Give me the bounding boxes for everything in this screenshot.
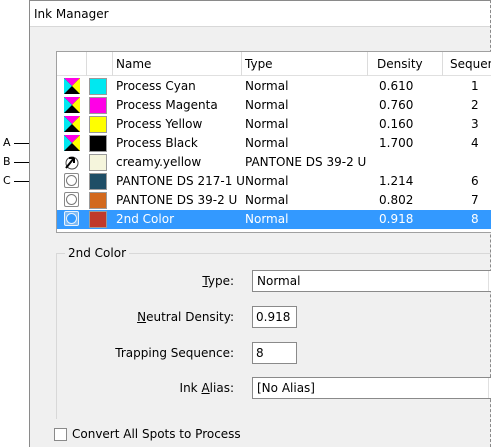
window-title: Ink Manager xyxy=(34,7,109,21)
ink-swatch xyxy=(89,135,107,152)
column-name[interactable]: Name xyxy=(116,57,151,71)
ink-density: 0.610 xyxy=(379,79,414,93)
ink-sequence: 3 xyxy=(471,117,479,131)
ink-row[interactable]: Process Magenta Normal 0.760 2 xyxy=(57,96,491,115)
spot-circle xyxy=(66,213,77,224)
list-header: Name Type Density Sequence xyxy=(57,52,491,76)
ink-swatch xyxy=(89,173,107,190)
ink-name: Process Black xyxy=(116,136,198,150)
type-dropdown[interactable]: Normal ▼ xyxy=(252,270,491,292)
neutral-density-field[interactable]: 0.918 xyxy=(252,306,297,328)
trapping-sequence-field[interactable]: 8 xyxy=(252,342,297,364)
ink-density: 1.700 xyxy=(379,136,414,150)
ink-name: PANTONE DS 217-1 U xyxy=(116,174,245,188)
ink-swatch xyxy=(89,78,107,95)
ink-name: 2nd Color xyxy=(116,212,175,226)
header-divider xyxy=(241,52,242,76)
spot-ink-icon[interactable] xyxy=(64,173,79,188)
ink-swatch xyxy=(89,116,107,133)
ink-list[interactable]: Name Type Density Sequence Process Cyan N… xyxy=(56,51,491,233)
ink-density: 0.760 xyxy=(379,98,414,112)
ink-density: 0.918 xyxy=(379,212,414,226)
ink-type: Normal xyxy=(245,117,289,131)
ink-row[interactable]: creamy.yellow PANTONE DS 39-2 U xyxy=(57,153,491,172)
header-divider xyxy=(442,52,443,76)
ink-sequence: 8 xyxy=(471,212,479,226)
ink-name: creamy.yellow xyxy=(116,155,202,169)
convert-spots-checkbox[interactable] xyxy=(54,428,67,441)
spot-circle xyxy=(66,175,77,186)
ink-row[interactable]: Process Black Normal 1.700 4 xyxy=(57,134,491,153)
ink-swatch xyxy=(89,97,107,114)
ink-sequence: 2 xyxy=(471,98,479,112)
trapping-sequence-value: 8 xyxy=(256,346,264,360)
column-type[interactable]: Type xyxy=(245,57,273,71)
callout-c: C xyxy=(3,174,11,187)
ink-alias-value: [No Alias] xyxy=(257,381,315,395)
ink-type: Normal xyxy=(245,212,289,226)
ink-swatch xyxy=(89,154,107,171)
spot-ink-icon[interactable] xyxy=(64,192,79,207)
title-bar: Ink Manager xyxy=(30,1,490,27)
type-label: Type: xyxy=(202,274,234,288)
ink-sequence: 1 xyxy=(471,79,479,93)
ink-type: Normal xyxy=(245,193,289,207)
ink-sequence: 6 xyxy=(471,174,479,188)
neutral-density-value: 0.918 xyxy=(256,310,291,324)
ink-type: Normal xyxy=(245,98,289,112)
ink-alias-label: Ink Alias: xyxy=(179,381,234,395)
header-divider xyxy=(367,52,368,76)
ink-options-group: 2nd Color Type: Normal ▼ Neutral Density… xyxy=(56,246,491,419)
ink-manager-window: Ink Manager Name Type Density Sequence P… xyxy=(29,0,491,447)
ink-density: 0.802 xyxy=(379,193,414,207)
neutral-density-label: Neutral Density: xyxy=(137,310,234,324)
ink-sequence: 4 xyxy=(471,136,479,150)
group-legend: 2nd Color xyxy=(65,246,130,260)
ink-alias-icon[interactable] xyxy=(64,154,80,170)
ink-sequence: 7 xyxy=(471,193,479,207)
type-value: Normal xyxy=(257,274,301,288)
process-ink-icon[interactable] xyxy=(64,78,80,94)
ink-row[interactable]: PANTONE DS 39-2 U Normal 0.802 7 xyxy=(57,191,491,210)
ink-row[interactable]: Process Yellow Normal 0.160 3 xyxy=(57,115,491,134)
header-divider xyxy=(86,52,87,76)
process-ink-icon[interactable] xyxy=(64,116,80,132)
ink-name: Process Magenta xyxy=(116,98,218,112)
trapping-sequence-label: Trapping Sequence: xyxy=(115,346,234,360)
ink-alias-dropdown[interactable]: [No Alias] ▼ xyxy=(252,377,491,399)
ink-row[interactable]: PANTONE DS 217-1 U Normal 1.214 6 xyxy=(57,172,491,191)
spot-circle xyxy=(66,194,77,205)
ink-type: Normal xyxy=(245,174,289,188)
ink-row[interactable]: Process Cyan Normal 0.610 1 xyxy=(57,77,491,96)
convert-spots-label: Convert All Spots to Process xyxy=(72,427,241,441)
process-ink-icon[interactable] xyxy=(64,135,80,151)
column-sequence[interactable]: Sequence xyxy=(450,57,491,71)
header-divider xyxy=(112,52,113,76)
ink-density: 1.214 xyxy=(379,174,414,188)
callout-a: A xyxy=(3,136,11,149)
ink-name: Process Yellow xyxy=(116,117,203,131)
ink-swatch xyxy=(89,211,107,228)
column-density[interactable]: Density xyxy=(377,57,423,71)
ink-type: Normal xyxy=(245,136,289,150)
ink-swatch xyxy=(89,192,107,209)
ink-row[interactable]: 2nd Color Normal 0.918 8 xyxy=(57,210,491,229)
ink-name: Process Cyan xyxy=(116,79,196,93)
ink-density: 0.160 xyxy=(379,117,414,131)
process-ink-icon[interactable] xyxy=(64,97,80,113)
ink-name: PANTONE DS 39-2 U xyxy=(116,193,238,207)
callout-b: B xyxy=(3,155,11,168)
ink-type: PANTONE DS 39-2 U xyxy=(245,155,367,169)
spot-ink-icon[interactable] xyxy=(64,211,79,226)
ink-type: Normal xyxy=(245,79,289,93)
